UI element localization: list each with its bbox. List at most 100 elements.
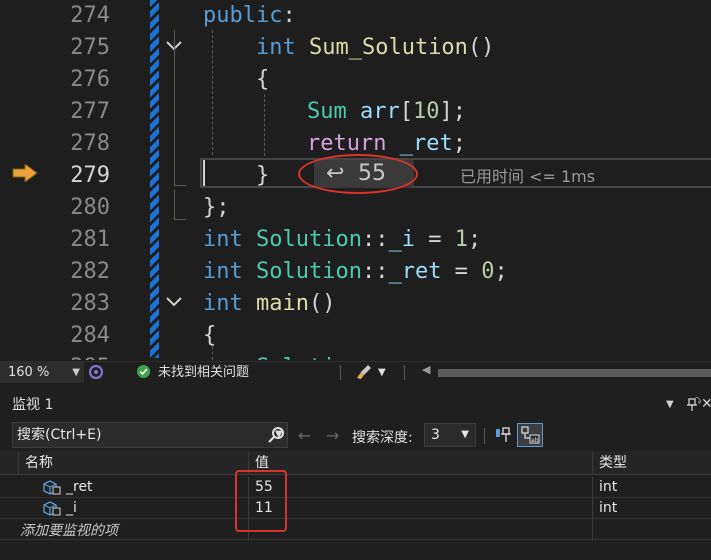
code-line[interactable]: public: <box>203 0 296 32</box>
code-token: ; <box>467 227 482 252</box>
code-line[interactable]: int Solution::_i = 1; <box>203 224 481 256</box>
code-token: Sum <box>307 99 360 124</box>
table-row[interactable]: _ret 55 int <box>0 477 711 498</box>
chevron-down-icon: ▼ <box>461 429 469 440</box>
code-token: :: <box>361 259 389 284</box>
code-token: int <box>203 227 256 252</box>
column-header-name[interactable]: 名称 <box>18 451 248 475</box>
line-number: 284 <box>70 323 110 348</box>
code-token: arr <box>359 99 400 124</box>
watch-value[interactable]: 11 <box>248 498 592 519</box>
text-cursor <box>203 160 205 186</box>
search-depth-value: 3 <box>431 427 440 443</box>
code-token: _i <box>388 227 415 252</box>
watch-value[interactable]: 55 <box>248 477 592 498</box>
chevron-down-icon[interactable]: ▼ <box>378 362 386 383</box>
line-number: 275 <box>70 35 110 60</box>
panel-title: 监视 1 <box>12 397 54 413</box>
code-token: return <box>307 131 400 156</box>
watch-type: int <box>592 498 711 519</box>
line-number: 280 <box>70 195 110 220</box>
watch-toolbar: ▼ ← → 搜索深度: 3 ▼ ab <box>0 420 711 450</box>
line-number: 274 <box>70 3 110 28</box>
code-line[interactable]: } <box>256 160 269 192</box>
code-token: Solution <box>255 227 362 252</box>
horizontal-scrollbar[interactable]: ◀ <box>420 363 711 379</box>
svg-text:ab: ab <box>531 437 539 444</box>
annotation-rectangle <box>235 470 287 532</box>
code-line[interactable]: Solution <box>256 352 362 360</box>
table-row[interactable]: _i 11 int <box>0 498 711 519</box>
code-token: main <box>255 291 309 316</box>
watch-name: _i <box>66 500 77 516</box>
code-line[interactable]: int Solution::_ret = 0; <box>203 256 508 288</box>
code-line[interactable]: int main() <box>203 288 335 320</box>
issues-status[interactable]: 未找到相关问题 <box>158 362 249 383</box>
code-token: 10 <box>412 99 440 124</box>
line-number: 285 <box>40 352 110 360</box>
column-header-value[interactable]: 值 <box>248 451 592 475</box>
code-line[interactable]: }; <box>203 192 230 224</box>
execution-pointer-icon <box>12 164 38 182</box>
cleanup-brush-icon[interactable] <box>356 364 374 380</box>
search-depth-select[interactable]: 3 ▼ <box>424 423 476 447</box>
search-depth-label: 搜索深度: <box>352 430 413 446</box>
code-token: [ <box>399 99 413 124</box>
chevron-down-icon: ▼ <box>72 367 80 378</box>
code-editor[interactable]: 274 275 276 277 278 279 280 281 282 283 284 285 pub… <box>0 0 711 360</box>
divider <box>404 365 405 380</box>
line-number: 282 <box>70 259 110 284</box>
pin-icon[interactable] <box>686 398 698 412</box>
zoom-dropdown[interactable]: 160 % ▼ <box>0 362 84 383</box>
column-header-type[interactable]: 类型 <box>592 451 711 475</box>
code-token: }; <box>203 195 230 220</box>
editor-status-bar: 160 % ▼ 未找到相关问题 ▼ ◀ <box>0 361 711 383</box>
pin-source-icon[interactable] <box>490 423 516 447</box>
code-line[interactable]: { <box>256 64 269 96</box>
fold-chevron-icon[interactable] <box>164 292 184 312</box>
code-token: Sum_Solution <box>308 35 468 60</box>
elapsed-time-hint: 已用时间 <= 1ms <box>460 167 596 186</box>
scroll-left-icon[interactable]: ◀ <box>422 363 430 376</box>
code-token: 1 <box>454 227 468 252</box>
variable-icon <box>43 501 61 516</box>
empty-cell <box>592 519 711 539</box>
code-line[interactable]: Sum arr[10]; <box>307 96 466 128</box>
code-token: :: <box>361 227 389 252</box>
code-token: public <box>203 3 283 28</box>
change-tracking-bar <box>150 0 159 358</box>
search-box[interactable]: ▼ <box>12 422 288 448</box>
code-token: Solution <box>255 259 362 284</box>
watch-name: _ret <box>66 479 93 495</box>
divider <box>484 428 485 444</box>
current-line-highlight <box>200 158 711 188</box>
code-line[interactable]: { <box>203 320 216 352</box>
empty-cell <box>248 519 592 539</box>
code-token: Solution <box>256 355 362 360</box>
code-token: int <box>203 291 256 316</box>
back-arrow-icon[interactable]: ← <box>298 426 311 445</box>
indent-guide <box>212 30 213 155</box>
annotation-circle <box>298 154 418 194</box>
forward-arrow-icon[interactable]: → <box>326 426 339 445</box>
chevron-down-icon[interactable]: ▼ <box>275 423 283 447</box>
line-number: 283 <box>70 291 110 316</box>
indent-guide <box>264 94 265 156</box>
code-token: 0 <box>481 259 495 284</box>
add-watch-item[interactable]: 添加要监视的项 <box>20 521 118 541</box>
line-number: 276 <box>70 67 110 92</box>
raw-view-icon: ab <box>521 426 540 444</box>
scrollbar-thumb[interactable] <box>438 369 711 377</box>
copilot-icon[interactable] <box>88 364 104 380</box>
raw-view-toggle[interactable]: ab <box>517 423 543 447</box>
code-token: : <box>282 3 296 28</box>
code-line[interactable]: int Sum_Solution() <box>256 32 494 64</box>
zoom-level: 160 % <box>8 365 50 380</box>
variable-icon <box>43 480 61 495</box>
search-input[interactable] <box>17 423 247 447</box>
chevron-down-icon[interactable]: ▼ <box>666 394 674 416</box>
close-icon[interactable]: ✕ <box>701 396 711 412</box>
line-number: 281 <box>70 227 110 252</box>
code-token: _ret <box>399 131 453 156</box>
watch-grid[interactable]: 名称 值 类型 _ret 55 int _i 11 int 添加要监视的项 <box>0 451 711 560</box>
